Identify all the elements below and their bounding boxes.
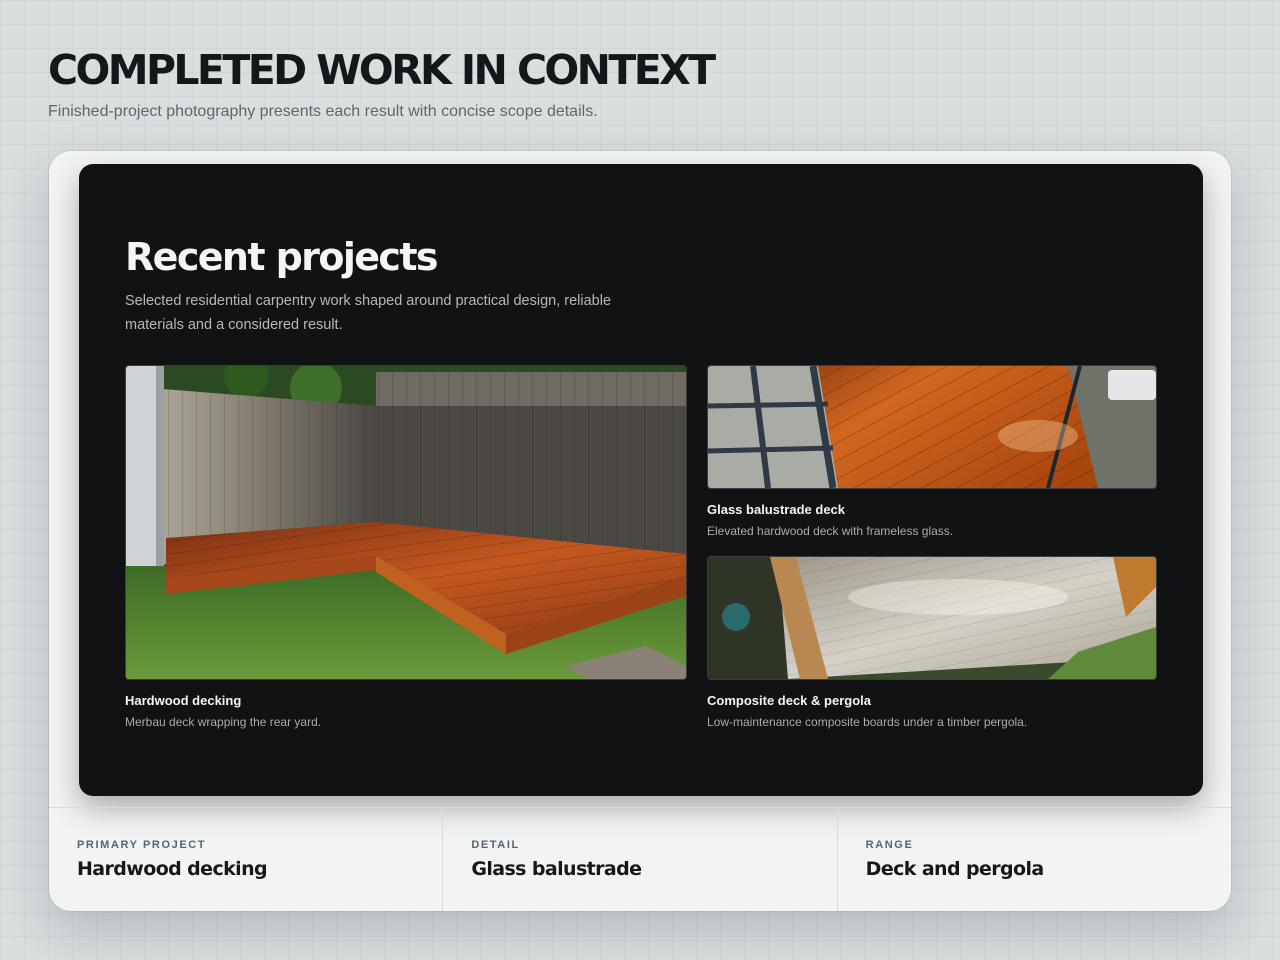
stat-label: PRIMARY PROJECT [77, 839, 207, 851]
stat-value: Hardwood decking [77, 858, 268, 880]
showcase-card: Recent projects Selected residential car… [49, 151, 1231, 911]
project-desc-composite-deck: Low-maintenance composite boards under a… [707, 715, 1028, 729]
hardwood-deck-photo[interactable] [125, 365, 687, 680]
stat-detail: DETAIL Glass balustrade [442, 808, 836, 911]
page-title: COMPLETED WORK IN CONTEXT [48, 46, 716, 94]
project-title-glass-balustrade: Glass balustrade deck [707, 502, 846, 517]
composite-deck-pergola-photo[interactable] [707, 556, 1157, 680]
stat-label: RANGE [865, 839, 914, 851]
project-title-hardwood-decking: Hardwood decking [125, 693, 242, 708]
project-title-composite-deck: Composite deck & pergola [707, 693, 871, 708]
stat-value: Deck and pergola [865, 858, 1045, 880]
project-desc-hardwood-decking: Merbau deck wrapping the rear yard. [125, 715, 322, 729]
projects-panel: Recent projects Selected residential car… [79, 164, 1203, 796]
glass-balustrade-deck-photo[interactable] [707, 365, 1157, 489]
stat-value: Glass balustrade [471, 858, 642, 880]
projects-title: Recent projects [125, 235, 439, 279]
page-subtitle: Finished-project photography presents ea… [48, 103, 598, 120]
stat-primary-project: PRIMARY PROJECT Hardwood decking [49, 808, 442, 911]
stat-label: DETAIL [471, 839, 520, 851]
project-desc-glass-balustrade: Elevated hardwood deck with frameless gl… [707, 524, 954, 538]
project-stats: PRIMARY PROJECT Hardwood decking DETAIL … [49, 807, 1231, 911]
stat-range: RANGE Deck and pergola [836, 808, 1231, 911]
projects-description: Selected residential carpentry work shap… [125, 293, 612, 333]
